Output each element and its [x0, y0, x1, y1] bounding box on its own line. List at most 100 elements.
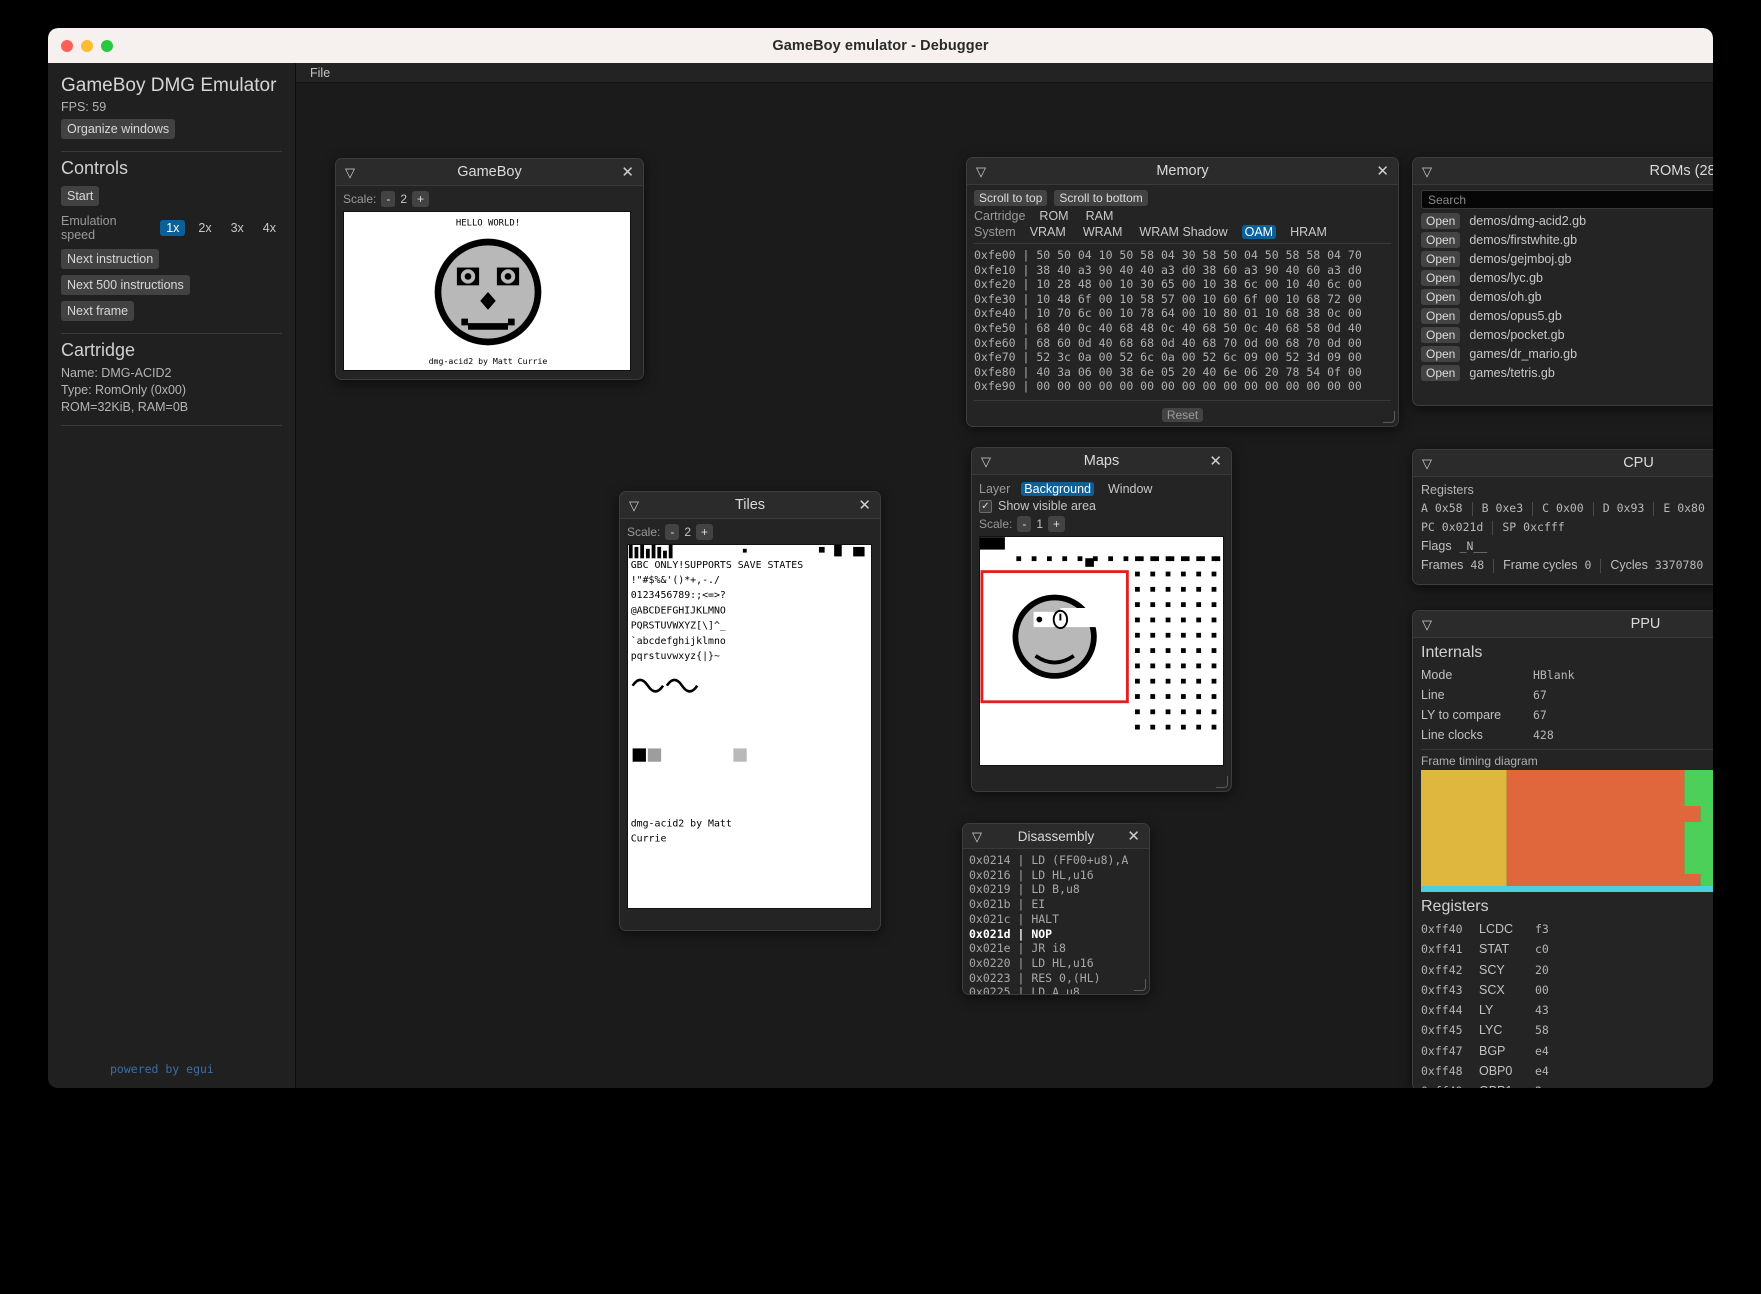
list-item[interactable]: Open demos/dmg-acid2.gb: [1421, 213, 1713, 229]
maps-scale-decrease[interactable]: -: [1017, 516, 1032, 532]
organize-windows-button[interactable]: Organize windows: [61, 119, 176, 139]
memory-tab-oam[interactable]: OAM: [1241, 225, 1277, 239]
chevron-down-icon[interactable]: ▽: [1422, 457, 1432, 470]
gameboy-scale-increase[interactable]: +: [412, 191, 430, 207]
disassembly-row: 0x021c | HALT: [969, 911, 1060, 926]
search-input[interactable]: [1421, 190, 1713, 209]
maps-scale-increase[interactable]: +: [1048, 516, 1066, 532]
start-button[interactable]: Start: [61, 186, 100, 206]
tiles-view[interactable]: GBC ONLY!SUPPORTS SAVE STATES !"#$%&'()*…: [627, 544, 872, 909]
close-icon[interactable]: ✕: [1376, 164, 1389, 179]
ppu-titlebar[interactable]: ▽ PPU ✕: [1413, 611, 1713, 638]
gameboy-titlebar[interactable]: ▽ GameBoy ✕: [336, 159, 643, 186]
memory-tab-wram[interactable]: WRAM: [1080, 225, 1126, 239]
memory-reset-button[interactable]: Reset: [1161, 408, 1204, 422]
main-area: File ▽ GameBoy ✕ Scale: - 2 + HELLO WORL…: [296, 63, 1713, 1088]
memory-tab-wram-shadow[interactable]: WRAM Shadow: [1136, 225, 1230, 239]
emulation-speed-row: Emulation speed 1x 2x 3x 4x: [61, 214, 282, 242]
open-rom-button[interactable]: Open: [1421, 289, 1461, 305]
divider: [1493, 558, 1495, 573]
memory-hexdump[interactable]: 0xfe00 | 50 50 04 10 50 58 04 30 58 50 0…: [974, 248, 1391, 396]
speed-option-1x[interactable]: 1x: [160, 220, 186, 236]
ppu-registers-heading: Registers: [1421, 898, 1489, 915]
tiles-row-1: !"#$%&'()*+,-./: [631, 575, 720, 586]
cpu-flags-value: _N__: [1459, 539, 1488, 553]
maps-view[interactable]: [979, 536, 1224, 766]
open-rom-button[interactable]: Open: [1421, 327, 1461, 343]
rom-name: demos/dmg-acid2.gb: [1469, 214, 1587, 228]
list-item[interactable]: Open demos/pocket.gb: [1421, 327, 1713, 343]
list-item[interactable]: Open demos/oh.gb: [1421, 289, 1713, 305]
resize-handle[interactable]: [1134, 979, 1146, 991]
list-item[interactable]: Open games/dr_mario.gb: [1421, 346, 1713, 362]
show-visible-area-checkbox[interactable]: ✓ Show visible area: [979, 499, 1224, 513]
menu-file[interactable]: File: [306, 66, 334, 80]
maps-layer-window[interactable]: Window: [1105, 482, 1155, 496]
resize-handle[interactable]: [1383, 411, 1395, 423]
list-item[interactable]: Open demos/opus5.gb: [1421, 308, 1713, 324]
speed-option-4x[interactable]: 4x: [257, 220, 282, 236]
next-500-instructions-button[interactable]: Next 500 instructions: [61, 275, 190, 295]
gameboy-scale-decrease[interactable]: -: [381, 191, 396, 207]
memory-tab-rom[interactable]: ROM: [1036, 209, 1071, 223]
chevron-down-icon[interactable]: ▽: [976, 165, 986, 178]
maps-titlebar[interactable]: ▽ Maps ✕: [972, 448, 1231, 475]
scroll-to-bottom-button[interactable]: Scroll to bottom: [1054, 190, 1148, 206]
tiles-scale-increase[interactable]: +: [696, 524, 714, 540]
ppu-register-row: 0xff41 STAT c0: [1421, 942, 1549, 957]
gameboy-screen[interactable]: HELLO WORLD! dmg-acid2 by Matt Currie: [343, 211, 631, 371]
disassembly-title: Disassembly: [1017, 828, 1095, 844]
scroll-to-top-button[interactable]: Scroll to top: [974, 190, 1048, 206]
ppu-internals-heading: Internals: [1421, 644, 1483, 661]
maps-layer-background[interactable]: Background: [1021, 482, 1094, 496]
tiles-row-6: pqrstuvwxyz{|}~: [631, 651, 720, 662]
cpu-window: ▽ CPU ✕ Registers A 0x58 B 0xe3 C 0x00: [1412, 449, 1713, 585]
close-icon[interactable]: ✕: [1127, 829, 1140, 844]
open-rom-button[interactable]: Open: [1421, 365, 1461, 381]
chevron-down-icon[interactable]: ▽: [345, 166, 355, 179]
cpu-cycles: Cycles 3370780: [1610, 558, 1704, 572]
resize-handle[interactable]: [1216, 776, 1228, 788]
speed-option-3x[interactable]: 3x: [225, 220, 250, 236]
disassembly-titlebar[interactable]: ▽ Disassembly ✕: [963, 824, 1149, 849]
open-rom-button[interactable]: Open: [1421, 232, 1461, 248]
speed-option-2x[interactable]: 2x: [192, 220, 217, 236]
chevron-down-icon[interactable]: ▽: [981, 455, 991, 468]
disassembly-row: 0x0214 | LD (FF00+u8),A: [969, 853, 1129, 867]
next-instruction-button[interactable]: Next instruction: [61, 249, 160, 269]
memory-row: 0xfe00 | 50 50 04 10 50 58 04 30 58 50 0…: [974, 248, 1362, 262]
memory-titlebar[interactable]: ▽ Memory ✕: [967, 158, 1398, 185]
memory-tab-ram[interactable]: RAM: [1083, 209, 1117, 223]
close-icon[interactable]: ✕: [621, 165, 634, 180]
tiles-scale-decrease[interactable]: -: [665, 524, 680, 540]
list-item[interactable]: Open games/tetris.gb: [1421, 365, 1713, 381]
disassembly-row: 0x0223 | RES 0,(HL): [969, 970, 1101, 985]
memory-tab-hram[interactable]: HRAM: [1287, 225, 1330, 239]
open-rom-button[interactable]: Open: [1421, 308, 1461, 324]
chevron-down-icon[interactable]: ▽: [1422, 165, 1432, 178]
tile-atlas: GBC ONLY!SUPPORTS SAVE STATES !"#$%&'()*…: [628, 545, 871, 908]
cpu-titlebar[interactable]: ▽ CPU ✕: [1413, 450, 1713, 477]
open-rom-button[interactable]: Open: [1421, 346, 1461, 362]
tiles-titlebar[interactable]: ▽ Tiles ✕: [620, 492, 880, 519]
open-rom-button[interactable]: Open: [1421, 270, 1461, 286]
roms-titlebar[interactable]: ▽ ROMs (286) ✕: [1413, 158, 1713, 185]
list-item[interactable]: Open demos/lyc.gb: [1421, 270, 1713, 286]
cpu-reg-d: D 0x93: [1602, 501, 1645, 515]
open-rom-button[interactable]: Open: [1421, 213, 1461, 229]
tiles-row-2: 0123456789:;<=>?: [631, 590, 726, 601]
memory-cartridge-tabs: Cartridge ROM RAM: [974, 209, 1391, 223]
open-rom-button[interactable]: Open: [1421, 251, 1461, 267]
close-icon[interactable]: ✕: [858, 498, 871, 513]
chevron-down-icon[interactable]: ▽: [629, 499, 639, 512]
menubar: File: [296, 63, 1713, 83]
close-icon[interactable]: ✕: [1209, 454, 1222, 469]
next-frame-button[interactable]: Next frame: [61, 301, 135, 321]
list-item[interactable]: Open demos/firstwhite.gb: [1421, 232, 1713, 248]
roms-list[interactable]: Open demos/dmg-acid2.gb Open demos/firstwh…: [1421, 210, 1713, 392]
tiles-scale-value: 2: [684, 525, 692, 539]
chevron-down-icon[interactable]: ▽: [972, 830, 982, 843]
list-item[interactable]: Open demos/gejmboj.gb: [1421, 251, 1713, 267]
chevron-down-icon[interactable]: ▽: [1422, 618, 1432, 631]
memory-tab-vram[interactable]: VRAM: [1027, 225, 1069, 239]
